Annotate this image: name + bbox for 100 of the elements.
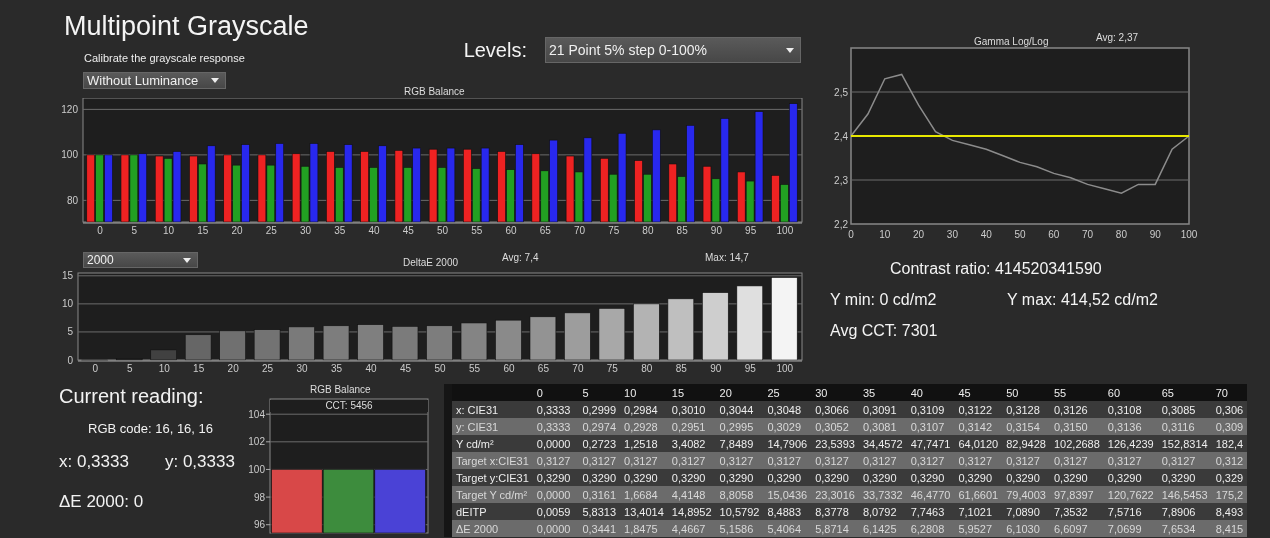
column-header: 70 xyxy=(1211,384,1248,401)
table-cell: 6,6097 xyxy=(1049,520,1104,537)
axis-tick-label: 80 xyxy=(1115,229,1127,240)
table-cell: 5,1586 xyxy=(715,520,764,537)
x-value: x: 0,3333 xyxy=(59,452,129,472)
axis-tick-label: 85 xyxy=(676,225,688,236)
table-cell: 33,7332 xyxy=(858,486,907,503)
row-label: y: CIE31 xyxy=(448,418,533,435)
axis-tick-label: 50 xyxy=(436,225,449,236)
table-cell: 0,2984 xyxy=(620,401,668,418)
axis-tick-label: 100 xyxy=(776,225,794,236)
axis-tick-label: 25 xyxy=(262,363,274,373)
table-cell: 0,3290 xyxy=(811,469,859,486)
axis-tick-label: 10 xyxy=(61,298,73,310)
row-label: Y cd/m² xyxy=(448,435,533,452)
table-cell: 0,3290 xyxy=(578,469,621,486)
table-cell: 97,8397 xyxy=(1049,486,1104,503)
table-cell: 7,0890 xyxy=(1002,503,1050,520)
axis-tick-label: 80 xyxy=(642,225,654,236)
chart-title: DeltaE 2000 xyxy=(403,257,459,268)
axis-tick-label: 50 xyxy=(434,363,446,373)
column-header: 10 xyxy=(620,384,668,401)
table-cell: 64,0120 xyxy=(954,435,1003,452)
axis-tick-label: 120 xyxy=(61,103,78,115)
row-label: Target y:CIE31 xyxy=(448,469,533,486)
column-header: 60 xyxy=(1103,384,1158,401)
table-cell: 15,0436 xyxy=(763,486,812,503)
axis-tick-label: 20 xyxy=(231,225,243,236)
table-cell: 7,7463 xyxy=(906,503,955,520)
table-cell: 0,3127 xyxy=(532,452,579,469)
table-cell: 0,3290 xyxy=(715,469,764,486)
axis-tick-label: 0 xyxy=(848,229,854,240)
column-header: 50 xyxy=(1002,384,1050,401)
axis-tick-label: 10 xyxy=(163,225,175,236)
section-heading: Current reading: xyxy=(59,385,205,408)
table-cell: 0,2928 xyxy=(620,418,668,435)
axis-tick-label: 104 xyxy=(248,408,265,420)
column-header: 0 xyxy=(532,384,579,401)
calibrate-label: Calibrate the grayscale response xyxy=(84,52,246,64)
table-cell: 182,4 xyxy=(1211,435,1248,452)
axis-tick-label: 5 xyxy=(67,326,73,338)
table-cell: 0,3154 xyxy=(1002,418,1050,435)
table-cell: 0,3126 xyxy=(1049,401,1104,418)
table-cell: 0,3048 xyxy=(763,401,812,418)
table-cell: 0,0000 xyxy=(532,520,579,537)
row-label: dEITP xyxy=(448,503,533,520)
axis-tick-label: 70 xyxy=(572,363,584,373)
table-cell: 0,3127 xyxy=(1002,452,1050,469)
axis-tick-label: 15 xyxy=(61,270,73,282)
table-cell: 0,3029 xyxy=(763,418,812,435)
table-cell: 0,2999 xyxy=(578,401,621,418)
table-cell: 5,9527 xyxy=(954,520,1003,537)
contrast-ratio: Contrast ratio: 414520341590 xyxy=(889,260,1103,278)
table-cell: 6,1425 xyxy=(858,520,907,537)
row-label: Target x:CIE31 xyxy=(448,452,533,469)
table-cell: 0,3066 xyxy=(811,401,859,418)
table-cell: 0,3116 xyxy=(1157,418,1212,435)
table-cell: 0,2974 xyxy=(578,418,621,435)
table-cell: 4,4148 xyxy=(667,486,716,503)
row-label: Target Y cd/m² xyxy=(448,486,533,503)
axis-tick-label: 95 xyxy=(745,225,757,236)
table-cell: 7,8489 xyxy=(715,435,764,452)
table-cell: 23,3016 xyxy=(811,486,859,503)
table-cell: 0,3127 xyxy=(763,452,812,469)
column-header: 55 xyxy=(1049,384,1104,401)
axis-tick-label: 90 xyxy=(710,363,722,373)
axis-tick-label: 2,3 xyxy=(834,175,848,186)
table-cell: 13,4014 xyxy=(620,503,668,520)
chart-title: RGB Balance xyxy=(310,384,371,395)
axis-tick-label: 70 xyxy=(573,225,585,236)
table-cell: 0,3333 xyxy=(532,401,579,418)
row-label: ΔE 2000 xyxy=(448,520,533,537)
table-cell: 1,6684 xyxy=(620,486,668,503)
average-label: Avg: 7,4 xyxy=(502,252,539,263)
table-cell: 7,1021 xyxy=(954,503,1003,520)
axis-tick-label: 95 xyxy=(744,363,756,373)
table-cell: 0,3127 xyxy=(811,452,859,469)
axis-tick-label: 60 xyxy=(505,225,517,236)
table-cell: 6,1030 xyxy=(1002,520,1050,537)
table-cell: 0,3161 xyxy=(578,486,621,503)
column-header: 45 xyxy=(954,384,1003,401)
table-cell: 10,5792 xyxy=(715,503,764,520)
table-cell: 0,3127 xyxy=(906,452,955,469)
avg-cct-value: Avg CCT: 7301 xyxy=(829,322,939,340)
axis-tick-label: 10 xyxy=(879,229,891,240)
axis-tick-label: 20 xyxy=(227,363,239,373)
axis-tick-label: 65 xyxy=(537,363,549,373)
axis-tick-label: 10 xyxy=(158,363,170,373)
table-cell: 0,3136 xyxy=(1103,418,1158,435)
table-cell: 7,8906 xyxy=(1157,503,1212,520)
rgb-code: RGB code: 16, 16, 16 xyxy=(88,421,215,436)
table-cell: 0,312 xyxy=(1211,452,1248,469)
axis-tick-label: 30 xyxy=(300,225,312,236)
table-cell: 102,2688 xyxy=(1049,435,1104,452)
table-cell: 0,2995 xyxy=(715,418,764,435)
table-cell: 0,3127 xyxy=(578,452,621,469)
axis-tick-label: 75 xyxy=(608,225,620,236)
table-cell: 0,3142 xyxy=(954,418,1003,435)
axis-tick-label: 90 xyxy=(1149,229,1161,240)
table-cell: 5,8313 xyxy=(578,503,621,520)
